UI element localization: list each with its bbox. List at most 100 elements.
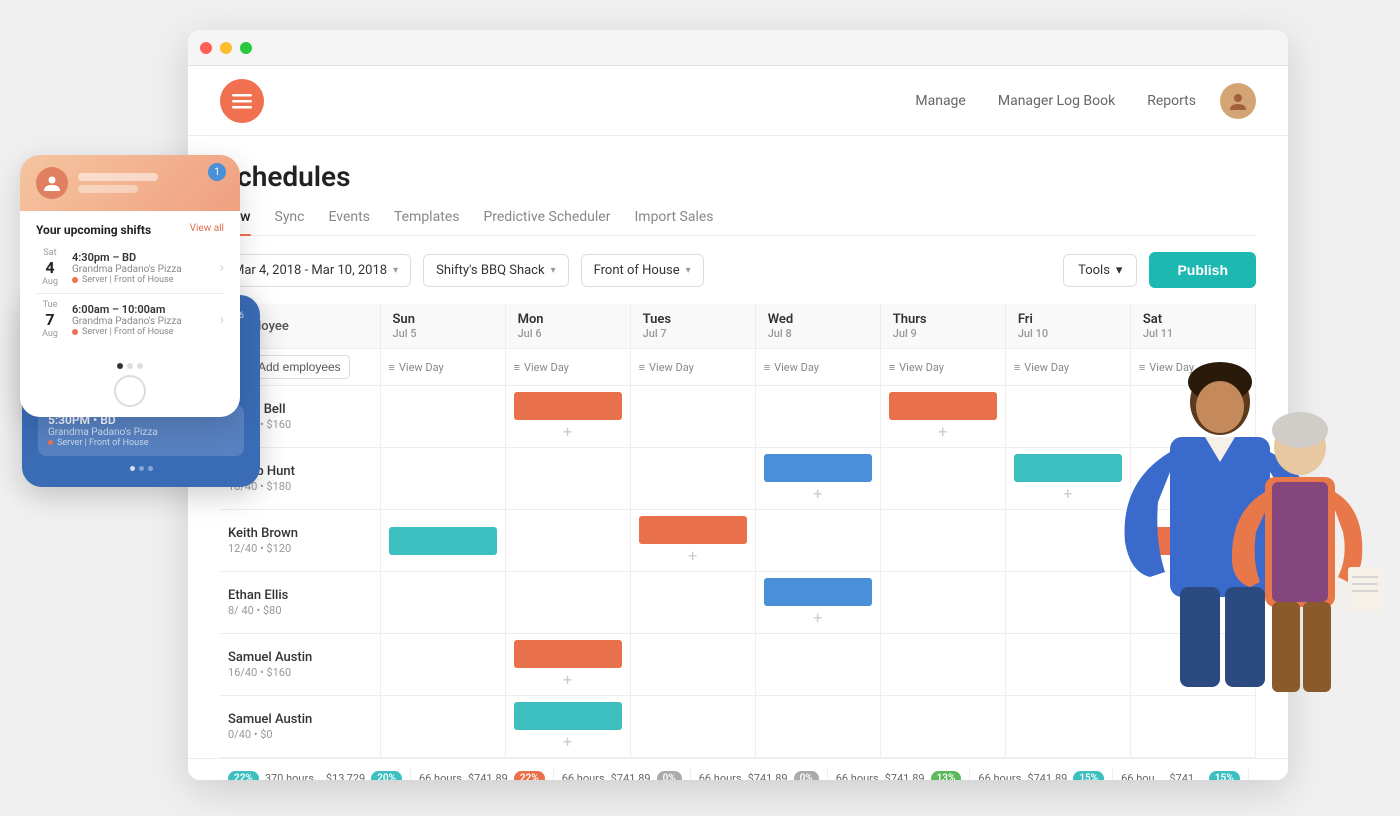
location-select[interactable]: Shifty's BBQ Shack ▾ [423,254,569,287]
add-shift-button[interactable]: + [639,546,747,565]
publish-button[interactable]: Publish [1149,252,1256,288]
mobile-avatar [36,167,68,199]
cell-mon[interactable]: + [505,634,630,696]
chevron-down-icon: ▾ [393,265,398,276]
shift-details: 6:00am – 10:00am Grandma Padano's Pizza … [72,303,212,337]
chevron-right-icon: › [220,260,224,276]
day-header-thurs: ThursJul 9 [880,304,1005,349]
minimize-dot[interactable] [220,42,232,54]
employee-name: Samuel Austin0/40 • $0 [220,696,380,758]
cell-wed[interactable] [755,386,880,448]
cell-tues[interactable]: + [630,510,755,572]
shift-block[interactable] [889,392,997,420]
shift-block[interactable] [514,640,622,668]
illustration-characters [1020,312,1400,812]
add-shift-button[interactable]: + [764,608,872,627]
page-title: Schedules [220,160,1256,193]
shift-block[interactable] [764,578,872,606]
cell-thurs[interactable] [880,510,1005,572]
cell-wed[interactable] [755,696,880,758]
cell-tues[interactable] [630,572,755,634]
cell-tues[interactable] [630,386,755,448]
cell-sun[interactable] [380,696,505,758]
cell-wed[interactable] [755,510,880,572]
cell-tues[interactable] [630,634,755,696]
tab-sync[interactable]: Sync [275,209,305,235]
add-shift-button[interactable]: + [514,670,622,689]
home-button[interactable] [20,375,240,417]
view-day-thurs[interactable]: ≡ View Day [889,361,997,374]
page-content: Schedules View Sync Events Templates Pre… [188,136,1288,236]
cell-sun[interactable] [380,510,505,572]
view-day-mon[interactable]: ≡ View Day [514,361,622,374]
nav-reports[interactable]: Reports [1147,93,1196,109]
chevron-down-icon: ▾ [551,265,556,276]
view-day-tues[interactable]: ≡ View Day [639,361,747,374]
tab-events[interactable]: Events [329,209,370,235]
tab-templates[interactable]: Templates [394,209,460,235]
cell-thurs[interactable] [880,448,1005,510]
tab-import-sales[interactable]: Import Sales [634,209,713,235]
employee-name: Keith Brown12/40 • $120 [220,510,380,572]
cell-mon[interactable]: + [505,696,630,758]
cell-wed[interactable]: + [755,448,880,510]
cell-sun[interactable] [380,448,505,510]
add-shift-button[interactable]: + [514,422,622,441]
view-day-sun[interactable]: ≡ View Day [389,361,497,374]
stat-tues: 66 hours $741.89 0% [691,767,828,780]
stat-sun: 66 hours $741.89 22% [411,767,554,780]
shift-block[interactable] [514,702,622,730]
day-header-sun: SunJul 5 [380,304,505,349]
mobile-body: Your upcoming shifts View all Sat 4 Aug … [20,211,240,357]
cell-thurs[interactable] [880,634,1005,696]
cell-thurs[interactable] [880,696,1005,758]
tab-predictive-scheduler[interactable]: Predictive Scheduler [483,209,610,235]
cell-mon[interactable] [505,510,630,572]
shift-date: Tue 7 Aug [36,300,64,339]
cell-sun[interactable] [380,572,505,634]
shift-date: Sat 4 Aug [36,248,64,287]
department-select[interactable]: Front of House ▾ [581,254,704,287]
maximize-dot[interactable] [240,42,252,54]
cell-thurs[interactable]: + [880,386,1005,448]
cell-wed[interactable] [755,634,880,696]
shift-item: Sat 4 Aug 4:30pm – BD Grandma Padano's P… [36,242,224,294]
browser-titlebar [188,30,1288,66]
page-dots [20,357,240,375]
tools-button[interactable]: Tools ▾ [1063,254,1137,287]
cell-mon[interactable]: + [505,386,630,448]
cell-tues[interactable] [630,696,755,758]
phone-dots [38,466,244,471]
cell-sun[interactable] [380,634,505,696]
employee-name: Samuel Austin16/40 • $160 [220,634,380,696]
user-avatar[interactable] [1220,83,1256,119]
shift-item: Tue 7 Aug 6:00am – 10:00am Grandma Padan… [36,294,224,345]
shift-details: 4:30pm – BD Grandma Padano's Pizza Serve… [72,251,212,285]
add-shift-button[interactable]: + [889,422,997,441]
cell-thurs[interactable] [880,572,1005,634]
view-all-link[interactable]: View all [190,223,224,234]
stat-total: 22% 370 hours $13,729 20% [220,767,411,780]
cell-mon[interactable] [505,448,630,510]
add-shift-button[interactable]: + [514,732,622,751]
add-shift-button[interactable]: + [764,484,872,503]
date-range-select[interactable]: Mar 4, 2018 - Mar 10, 2018 ▾ [220,254,411,287]
cell-tues[interactable] [630,448,755,510]
mobile-header-lines [78,173,224,193]
shift-block[interactable] [389,527,497,555]
cell-sun[interactable] [380,386,505,448]
cell-wed[interactable]: + [755,572,880,634]
shift-block[interactable] [764,454,872,482]
notification-badge: 1 [208,163,226,181]
close-dot[interactable] [200,42,212,54]
cell-mon[interactable] [505,572,630,634]
day-header-wed: WedJul 8 [755,304,880,349]
nav-links: Manage Manager Log Book Reports [915,93,1196,109]
app-header: Manage Manager Log Book Reports [188,66,1288,136]
view-day-wed[interactable]: ≡ View Day [764,361,872,374]
shift-block[interactable] [514,392,622,420]
nav-manage[interactable]: Manage [915,93,965,109]
stat-mon: 66 hours $741.89 0% [554,767,691,780]
shift-block[interactable] [639,516,747,544]
nav-log-book[interactable]: Manager Log Book [998,93,1115,109]
